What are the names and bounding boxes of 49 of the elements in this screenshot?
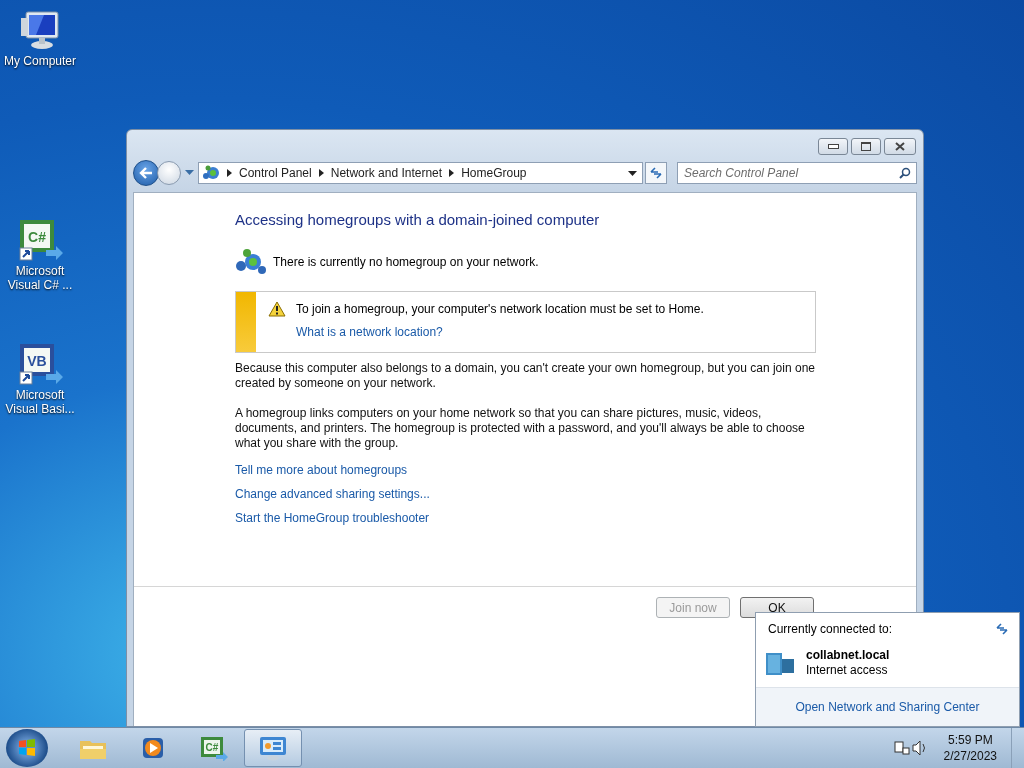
notice-stripe: [236, 292, 256, 352]
windows-logo-icon: [17, 738, 37, 758]
page-heading: Accessing homegroups with a domain-joined computer: [235, 211, 601, 228]
minimize-button[interactable]: [818, 138, 848, 155]
address-bar[interactable]: Control Panel Network and Internet HomeGroup: [198, 162, 643, 184]
breadcrumb-arrow-icon[interactable]: [227, 169, 232, 177]
desktop-icon-label[interactable]: Microsoft Visual C# ...: [2, 264, 78, 292]
back-arrow-icon: [139, 167, 153, 179]
taskbar-button[interactable]: C#: [184, 729, 242, 767]
info-paragraph: Because this computer also belongs to a domain, you can't create your own homegroup, but you can join one created by someone on your network.: [235, 361, 816, 391]
control-panel-icon: [258, 735, 288, 761]
search-field[interactable]: Search Control Panel: [677, 162, 917, 184]
close-icon: [895, 142, 905, 151]
warning-icon: [268, 301, 286, 317]
refresh-icon: [649, 167, 663, 179]
search-icon: [899, 167, 911, 179]
network-name: collabnet.local: [806, 648, 890, 662]
desktop-icon-label[interactable]: My Computer: [2, 54, 78, 68]
popup-title: Currently connected to:: [768, 622, 893, 636]
breadcrumb-item[interactable]: Network and Internet: [330, 166, 443, 180]
clock-time[interactable]: 5:59 PM: [947, 733, 993, 747]
refresh-icon[interactable]: [995, 623, 1009, 635]
start-button[interactable]: [6, 729, 48, 767]
task-link[interactable]: Start the HomeGroup troubleshooter: [235, 511, 430, 525]
close-button[interactable]: [884, 138, 916, 155]
dropdown-arrow-icon[interactable]: [628, 170, 637, 176]
breadcrumb-item[interactable]: HomeGroup: [461, 166, 527, 180]
back-button[interactable]: [133, 160, 159, 186]
breadcrumb-arrow-icon[interactable]: [318, 169, 324, 177]
clock-date[interactable]: 2/27/2023: [943, 749, 997, 763]
homegroup-icon: [235, 248, 267, 276]
task-link[interactable]: Change advanced sharing settings...: [235, 487, 430, 501]
media-player-icon: [140, 735, 166, 761]
task-link[interactable]: Tell me more about homegroups: [235, 463, 408, 477]
desktop-icon-label[interactable]: Microsoft Visual Basi...: [2, 388, 78, 416]
breadcrumb-item[interactable]: Control Panel: [239, 166, 312, 180]
notice-message: To join a homegroup, your computer's network location must be set to Home.: [296, 302, 704, 316]
taskbar-button[interactable]: [244, 729, 302, 767]
access-status: Internet access: [806, 663, 889, 677]
maximize-button[interactable]: [851, 138, 881, 155]
speaker-icon[interactable]: [911, 740, 928, 756]
breadcrumb-arrow-icon[interactable]: [449, 169, 455, 177]
info-paragraph: A homegroup links computers on your home network so that you can share pictures, music, videos, documents, and printers. The homegroup is protected with a password, and you'll always be able to choose what you share with the group.: [235, 406, 806, 451]
monitor-icon[interactable]: [18, 8, 62, 52]
status-message: There is currently no homegroup on your network.: [273, 255, 539, 269]
network-tray-icon[interactable]: [893, 740, 910, 756]
network-globe-icon: [202, 165, 220, 181]
network-location-link[interactable]: What is a network location?: [296, 325, 704, 339]
refresh-button[interactable]: [645, 162, 667, 184]
